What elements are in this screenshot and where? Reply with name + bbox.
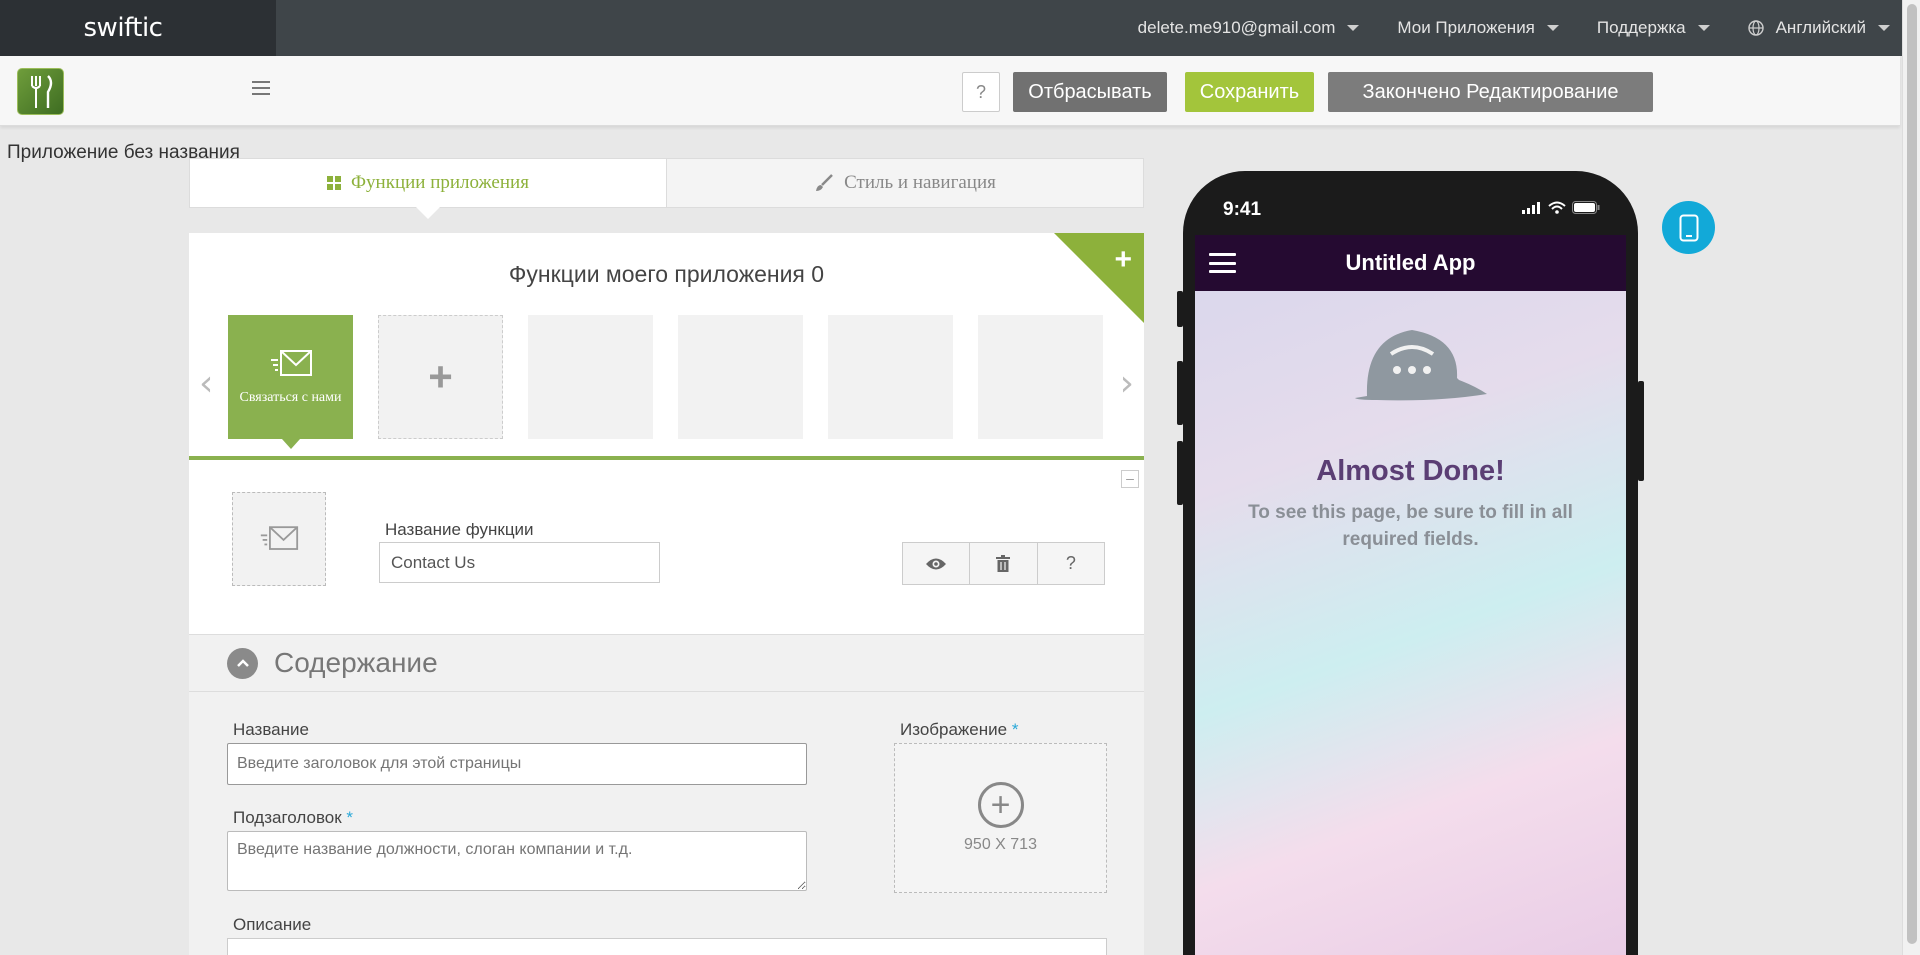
page-scrollbar[interactable] xyxy=(1902,0,1920,955)
hard-hat-icon xyxy=(1355,330,1487,401)
feature-icon-picker[interactable] xyxy=(232,492,326,586)
signal-icon xyxy=(1522,201,1540,214)
help-button[interactable]: ? xyxy=(962,72,1000,112)
globe-icon xyxy=(1747,20,1764,36)
app-preview-title: Untitled App xyxy=(1345,250,1476,275)
top-nav-menu: delete.me910@gmail.com Мои Приложения По… xyxy=(1138,0,1890,56)
image-size-hint: 950 X 713 xyxy=(964,836,1037,853)
image-upload-dropzone[interactable]: + 950 X 713 xyxy=(894,743,1107,893)
eye-icon xyxy=(926,558,947,569)
tab-style-navigation-label: Стиль и навигация xyxy=(844,172,996,193)
envelope-icon xyxy=(260,526,299,550)
support-label: Поддержка xyxy=(1596,18,1686,37)
logo-text: swiftic xyxy=(83,13,163,43)
phone-side-button xyxy=(1177,361,1183,425)
trash-icon xyxy=(996,555,1011,572)
chevron-down-icon xyxy=(1347,25,1360,31)
carousel-prev-arrow[interactable]: ‹ xyxy=(199,363,213,404)
app-icon[interactable] xyxy=(17,68,64,115)
almost-done-heading: Almost Done! xyxy=(1316,455,1505,487)
phone-side-button xyxy=(1177,291,1183,327)
add-feature-tile[interactable]: + xyxy=(378,315,503,439)
feature-help-button[interactable]: ? xyxy=(1038,543,1104,584)
content-section: Содержание Название Подзаголовок * Изобр… xyxy=(189,635,1144,955)
phone-screen: Untitled App Almost Done! To see this pa… xyxy=(1195,235,1626,955)
chevron-down-icon xyxy=(1697,25,1710,31)
status-time: 9:41 xyxy=(1223,199,1262,220)
wifi-icon xyxy=(1548,201,1566,214)
my-features-panel: Функции моего приложения 0 + ‹ › Связать… xyxy=(189,233,1144,460)
battery-icon xyxy=(1572,201,1600,214)
phone-preview: 9:41 Untitled App Almost Done! To see th… xyxy=(1177,171,1644,955)
feature-actions: ? xyxy=(902,542,1105,585)
content-section-title: Содержание xyxy=(274,647,438,678)
collapse-panel-icon[interactable]: – xyxy=(1121,470,1139,488)
swiftic-logo[interactable]: swiftic xyxy=(0,0,276,56)
subtitle-textarea[interactable] xyxy=(227,831,807,891)
grid-icon xyxy=(327,176,342,190)
tab-app-features-label: Функции приложения xyxy=(351,172,529,193)
device-toggle-button[interactable] xyxy=(1662,201,1715,254)
content-section-header[interactable]: Содержание xyxy=(189,635,1144,692)
phone-side-button xyxy=(1177,441,1183,505)
preview-button[interactable] xyxy=(903,543,971,584)
scrollbar-thumb[interactable] xyxy=(1907,4,1917,944)
image-label: Изображение * xyxy=(900,720,1019,739)
editor-toolbar: ? Отбрасывать Сохранить Закончено Редакт… xyxy=(0,56,1900,126)
tablet-icon xyxy=(1679,214,1698,241)
envelope-icon xyxy=(270,350,312,376)
my-apps-label: Мои Приложения xyxy=(1397,18,1535,37)
top-navbar: swiftic delete.me910@gmail.com Мои Прило… xyxy=(0,0,1920,56)
add-circle-icon: + xyxy=(977,782,1024,828)
empty-feature-slot xyxy=(828,315,953,439)
description-label: Описание xyxy=(233,915,312,934)
fork-knife-icon xyxy=(30,74,52,108)
almost-done-message: To see this page, be sure to fill in all… xyxy=(1248,502,1573,550)
chevron-down-icon xyxy=(1546,25,1559,31)
language-label: Английский xyxy=(1775,18,1866,37)
feature-name-label: Название функции xyxy=(385,520,534,539)
done-editing-button[interactable]: Закончено Редактирование xyxy=(1328,72,1653,112)
feature-tile-label: Связаться с нами xyxy=(239,390,342,405)
app-menu-icon[interactable] xyxy=(1209,253,1236,273)
question-icon: ? xyxy=(1065,553,1076,573)
app-preview-header: Untitled App xyxy=(1195,235,1626,291)
my-apps-menu[interactable]: Мои Приложения xyxy=(1397,18,1559,38)
feature-detail-panel: – Название функции Contact Us ? xyxy=(189,460,1144,635)
support-menu[interactable]: Поддержка xyxy=(1597,18,1710,38)
tab-app-features[interactable]: Функции приложения xyxy=(190,159,666,219)
empty-feature-slot xyxy=(978,315,1103,439)
description-editor-toolbar[interactable] xyxy=(227,938,1107,955)
status-icons xyxy=(1522,201,1600,214)
empty-feature-slot xyxy=(528,315,653,439)
title-input[interactable] xyxy=(227,743,807,785)
subtitle-label: Подзаголовок * xyxy=(233,808,354,827)
brush-icon xyxy=(816,174,834,191)
account-email: delete.me910@gmail.com xyxy=(1137,18,1336,37)
feature-name-input[interactable] xyxy=(379,542,660,583)
hamburger-menu-icon[interactable] xyxy=(252,81,270,95)
features-title: Функции моего приложения 0 xyxy=(508,261,825,287)
editor-tabs: Функции приложения Стиль и навигация xyxy=(189,158,1144,219)
title-label: Название xyxy=(233,720,309,739)
phone-side-button xyxy=(1638,381,1644,481)
delete-button[interactable] xyxy=(970,543,1038,584)
plus-icon[interactable]: + xyxy=(1114,243,1132,277)
feature-tile-contact-us[interactable]: Связаться с нами xyxy=(228,315,353,449)
chevron-up-icon[interactable] xyxy=(227,647,258,679)
carousel-next-arrow[interactable]: › xyxy=(1120,363,1134,404)
chevron-down-icon xyxy=(1878,25,1890,31)
discard-button[interactable]: Отбрасывать xyxy=(1013,72,1167,112)
tab-style-navigation[interactable]: Стиль и навигация xyxy=(666,159,1143,207)
account-menu[interactable]: delete.me910@gmail.com xyxy=(1138,18,1360,38)
language-menu[interactable]: Английский xyxy=(1747,18,1890,38)
save-button[interactable]: Сохранить xyxy=(1185,72,1314,112)
empty-feature-slot xyxy=(678,315,803,439)
